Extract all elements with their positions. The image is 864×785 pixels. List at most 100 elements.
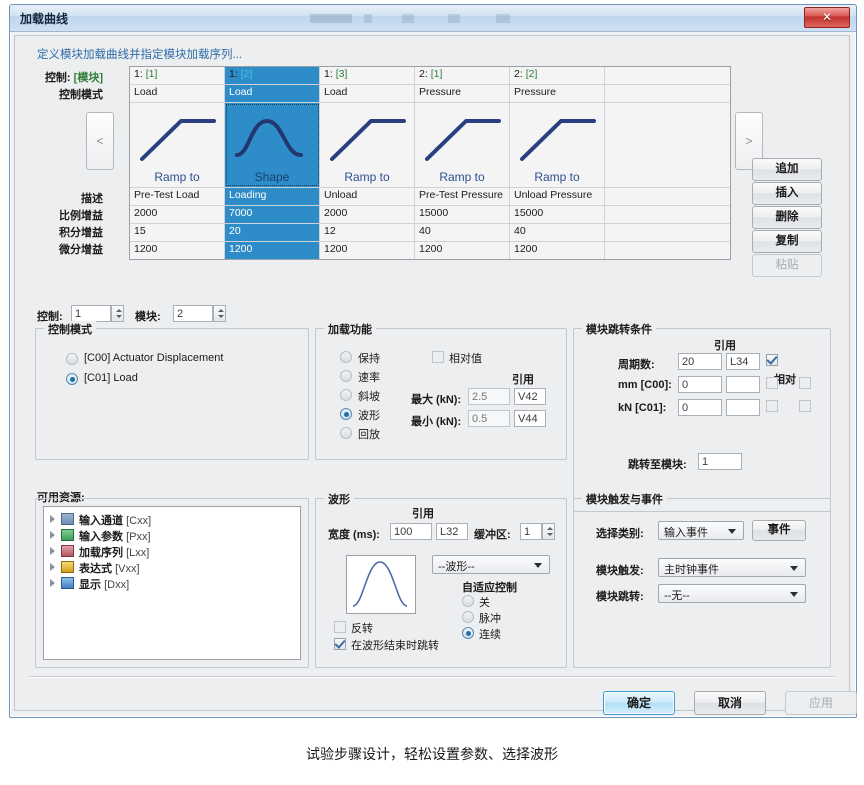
cell-diff-3[interactable]: 1200 bbox=[415, 242, 510, 259]
chevron-right-icon[interactable] bbox=[50, 531, 55, 539]
waveform-thumb-2[interactable]: Ramp to bbox=[320, 103, 415, 187]
copy-button[interactable]: 复制 bbox=[752, 230, 822, 253]
cell-desc-2[interactable]: Unload bbox=[320, 188, 415, 205]
cell-int-4[interactable]: 40 bbox=[510, 224, 605, 241]
cell-int-2[interactable]: 12 bbox=[320, 224, 415, 241]
cell-mode-2[interactable]: Load bbox=[320, 85, 415, 102]
buffer-spinner-arrows[interactable] bbox=[542, 523, 555, 540]
col-header-1[interactable]: 1: [2] bbox=[225, 67, 320, 84]
control-spinner-arrows[interactable] bbox=[111, 305, 124, 322]
kn-c01-input[interactable]: 0 bbox=[678, 399, 722, 416]
waveform-thumb-0[interactable]: Ramp to bbox=[130, 103, 225, 187]
radio-waveform[interactable] bbox=[340, 408, 352, 420]
mm-c00-ref-input[interactable] bbox=[726, 376, 760, 393]
chevron-down-icon[interactable] bbox=[790, 566, 798, 571]
radio-hold[interactable] bbox=[340, 351, 352, 363]
col-header-5[interactable] bbox=[605, 67, 730, 84]
cell-diff-1[interactable]: 1200 bbox=[225, 242, 320, 259]
chevron-right-icon[interactable] bbox=[50, 515, 55, 523]
relative-value-checkbox[interactable] bbox=[432, 351, 444, 363]
cell-mode-1[interactable]: Load bbox=[225, 85, 320, 102]
module-jump-select[interactable]: --无-- bbox=[658, 584, 806, 603]
radio-adaptive-off[interactable] bbox=[462, 595, 474, 607]
cell-int-1[interactable]: 20 bbox=[225, 224, 320, 241]
chevron-down-icon[interactable] bbox=[728, 529, 736, 534]
cell-desc-5[interactable] bbox=[605, 188, 730, 205]
cell-mode-5[interactable] bbox=[605, 85, 730, 102]
cell-diff-2[interactable]: 1200 bbox=[320, 242, 415, 259]
col-header-0[interactable]: 1: [1] bbox=[130, 67, 225, 84]
category-select[interactable]: 输入事件 bbox=[658, 521, 744, 540]
col-header-4[interactable]: 2: [2] bbox=[510, 67, 605, 84]
cell-prop-2[interactable]: 2000 bbox=[320, 206, 415, 223]
cell-int-3[interactable]: 40 bbox=[415, 224, 510, 241]
radio-rate[interactable] bbox=[340, 370, 352, 382]
radio-load[interactable] bbox=[66, 373, 78, 385]
append-button[interactable]: 追加 bbox=[752, 158, 822, 181]
event-button[interactable]: 事件 bbox=[752, 520, 806, 541]
ok-button[interactable]: 确定 bbox=[603, 691, 675, 715]
kn-c01-ref-input[interactable] bbox=[726, 399, 760, 416]
insert-button[interactable]: 插入 bbox=[752, 182, 822, 205]
min-ref-input[interactable]: V44 bbox=[514, 410, 546, 427]
radio-actuator-displacement[interactable] bbox=[66, 353, 78, 365]
chevron-right-icon[interactable] bbox=[50, 547, 55, 555]
waveform-thumb-1[interactable]: Shape bbox=[225, 103, 320, 187]
cell-desc-3[interactable]: Pre-Test Pressure bbox=[415, 188, 510, 205]
chevron-down-icon[interactable] bbox=[534, 563, 542, 568]
cell-mode-4[interactable]: Pressure bbox=[510, 85, 605, 102]
mm-c00-input[interactable]: 0 bbox=[678, 376, 722, 393]
cell-prop-4[interactable]: 15000 bbox=[510, 206, 605, 223]
waveform-shape-select[interactable]: --波形-- bbox=[432, 555, 550, 574]
jump-at-end-checkbox[interactable] bbox=[334, 638, 346, 650]
max-ref-input[interactable]: V42 bbox=[514, 388, 546, 405]
tree-item-expression[interactable]: 表达式 [Vxx] bbox=[44, 559, 300, 575]
cell-prop-3[interactable]: 15000 bbox=[415, 206, 510, 223]
waveform-thumb-5[interactable] bbox=[605, 103, 730, 187]
scroll-left-button[interactable]: < bbox=[86, 112, 114, 170]
radio-ramp[interactable] bbox=[340, 389, 352, 401]
module-spinner-input[interactable]: 2 bbox=[173, 305, 213, 322]
width-input[interactable]: 100 bbox=[390, 523, 432, 540]
tree-item-load-sequence[interactable]: 加载序列 [Lxx] bbox=[44, 543, 300, 559]
cell-desc-0[interactable]: Pre-Test Load bbox=[130, 188, 225, 205]
cell-diff-0[interactable]: 1200 bbox=[130, 242, 225, 259]
cell-prop-0[interactable]: 2000 bbox=[130, 206, 225, 223]
col-header-3[interactable]: 2: [1] bbox=[415, 67, 510, 84]
cell-desc-4[interactable]: Unload Pressure bbox=[510, 188, 605, 205]
radio-adaptive-continuous[interactable] bbox=[462, 627, 474, 639]
cell-prop-5[interactable] bbox=[605, 206, 730, 223]
waveform-preview[interactable] bbox=[346, 555, 416, 614]
close-icon[interactable]: ✕ bbox=[804, 7, 850, 28]
chevron-down-icon[interactable] bbox=[790, 592, 798, 597]
chevron-right-icon[interactable] bbox=[50, 563, 55, 571]
waveform-thumb-4[interactable]: Ramp to bbox=[510, 103, 605, 187]
col-header-2[interactable]: 1: [3] bbox=[320, 67, 415, 84]
tree-item-input-parameter[interactable]: 输入参数 [Pxx] bbox=[44, 527, 300, 543]
waveform-thumb-3[interactable]: Ramp to bbox=[415, 103, 510, 187]
control-spinner-input[interactable]: 1 bbox=[71, 305, 111, 322]
cell-int-5[interactable] bbox=[605, 224, 730, 241]
width-ref-input[interactable]: L32 bbox=[436, 523, 468, 540]
radio-adaptive-pulse[interactable] bbox=[462, 611, 474, 623]
jump-to-module-input[interactable]: 1 bbox=[698, 453, 742, 470]
cell-mode-3[interactable]: Pressure bbox=[415, 85, 510, 102]
module-trigger-select[interactable]: 主时钟事件 bbox=[658, 558, 806, 577]
cancel-button[interactable]: 取消 bbox=[694, 691, 766, 715]
cell-prop-1[interactable]: 7000 bbox=[225, 206, 320, 223]
invert-checkbox[interactable] bbox=[334, 621, 346, 633]
module-spinner-arrows[interactable] bbox=[213, 305, 226, 322]
cell-mode-0[interactable]: Load bbox=[130, 85, 225, 102]
radio-playback[interactable] bbox=[340, 427, 352, 439]
max-input[interactable]: 2.5 bbox=[468, 388, 510, 405]
resources-tree[interactable]: 输入通道 [Cxx] 输入参数 [Pxx] 加载序列 [Lxx] 表达式 [Vx… bbox=[43, 506, 301, 660]
cycles-input[interactable]: 20 bbox=[678, 353, 722, 370]
cell-diff-5[interactable] bbox=[605, 242, 730, 259]
tree-item-display[interactable]: 显示 [Dxx] bbox=[44, 575, 300, 591]
chevron-right-icon[interactable] bbox=[50, 579, 55, 587]
cell-int-0[interactable]: 15 bbox=[130, 224, 225, 241]
buffer-input[interactable]: 1 bbox=[520, 523, 542, 540]
cell-desc-1[interactable]: Loading bbox=[225, 188, 320, 205]
min-input[interactable]: 0.5 bbox=[468, 410, 510, 427]
tree-item-input-channel[interactable]: 输入通道 [Cxx] bbox=[44, 511, 300, 527]
